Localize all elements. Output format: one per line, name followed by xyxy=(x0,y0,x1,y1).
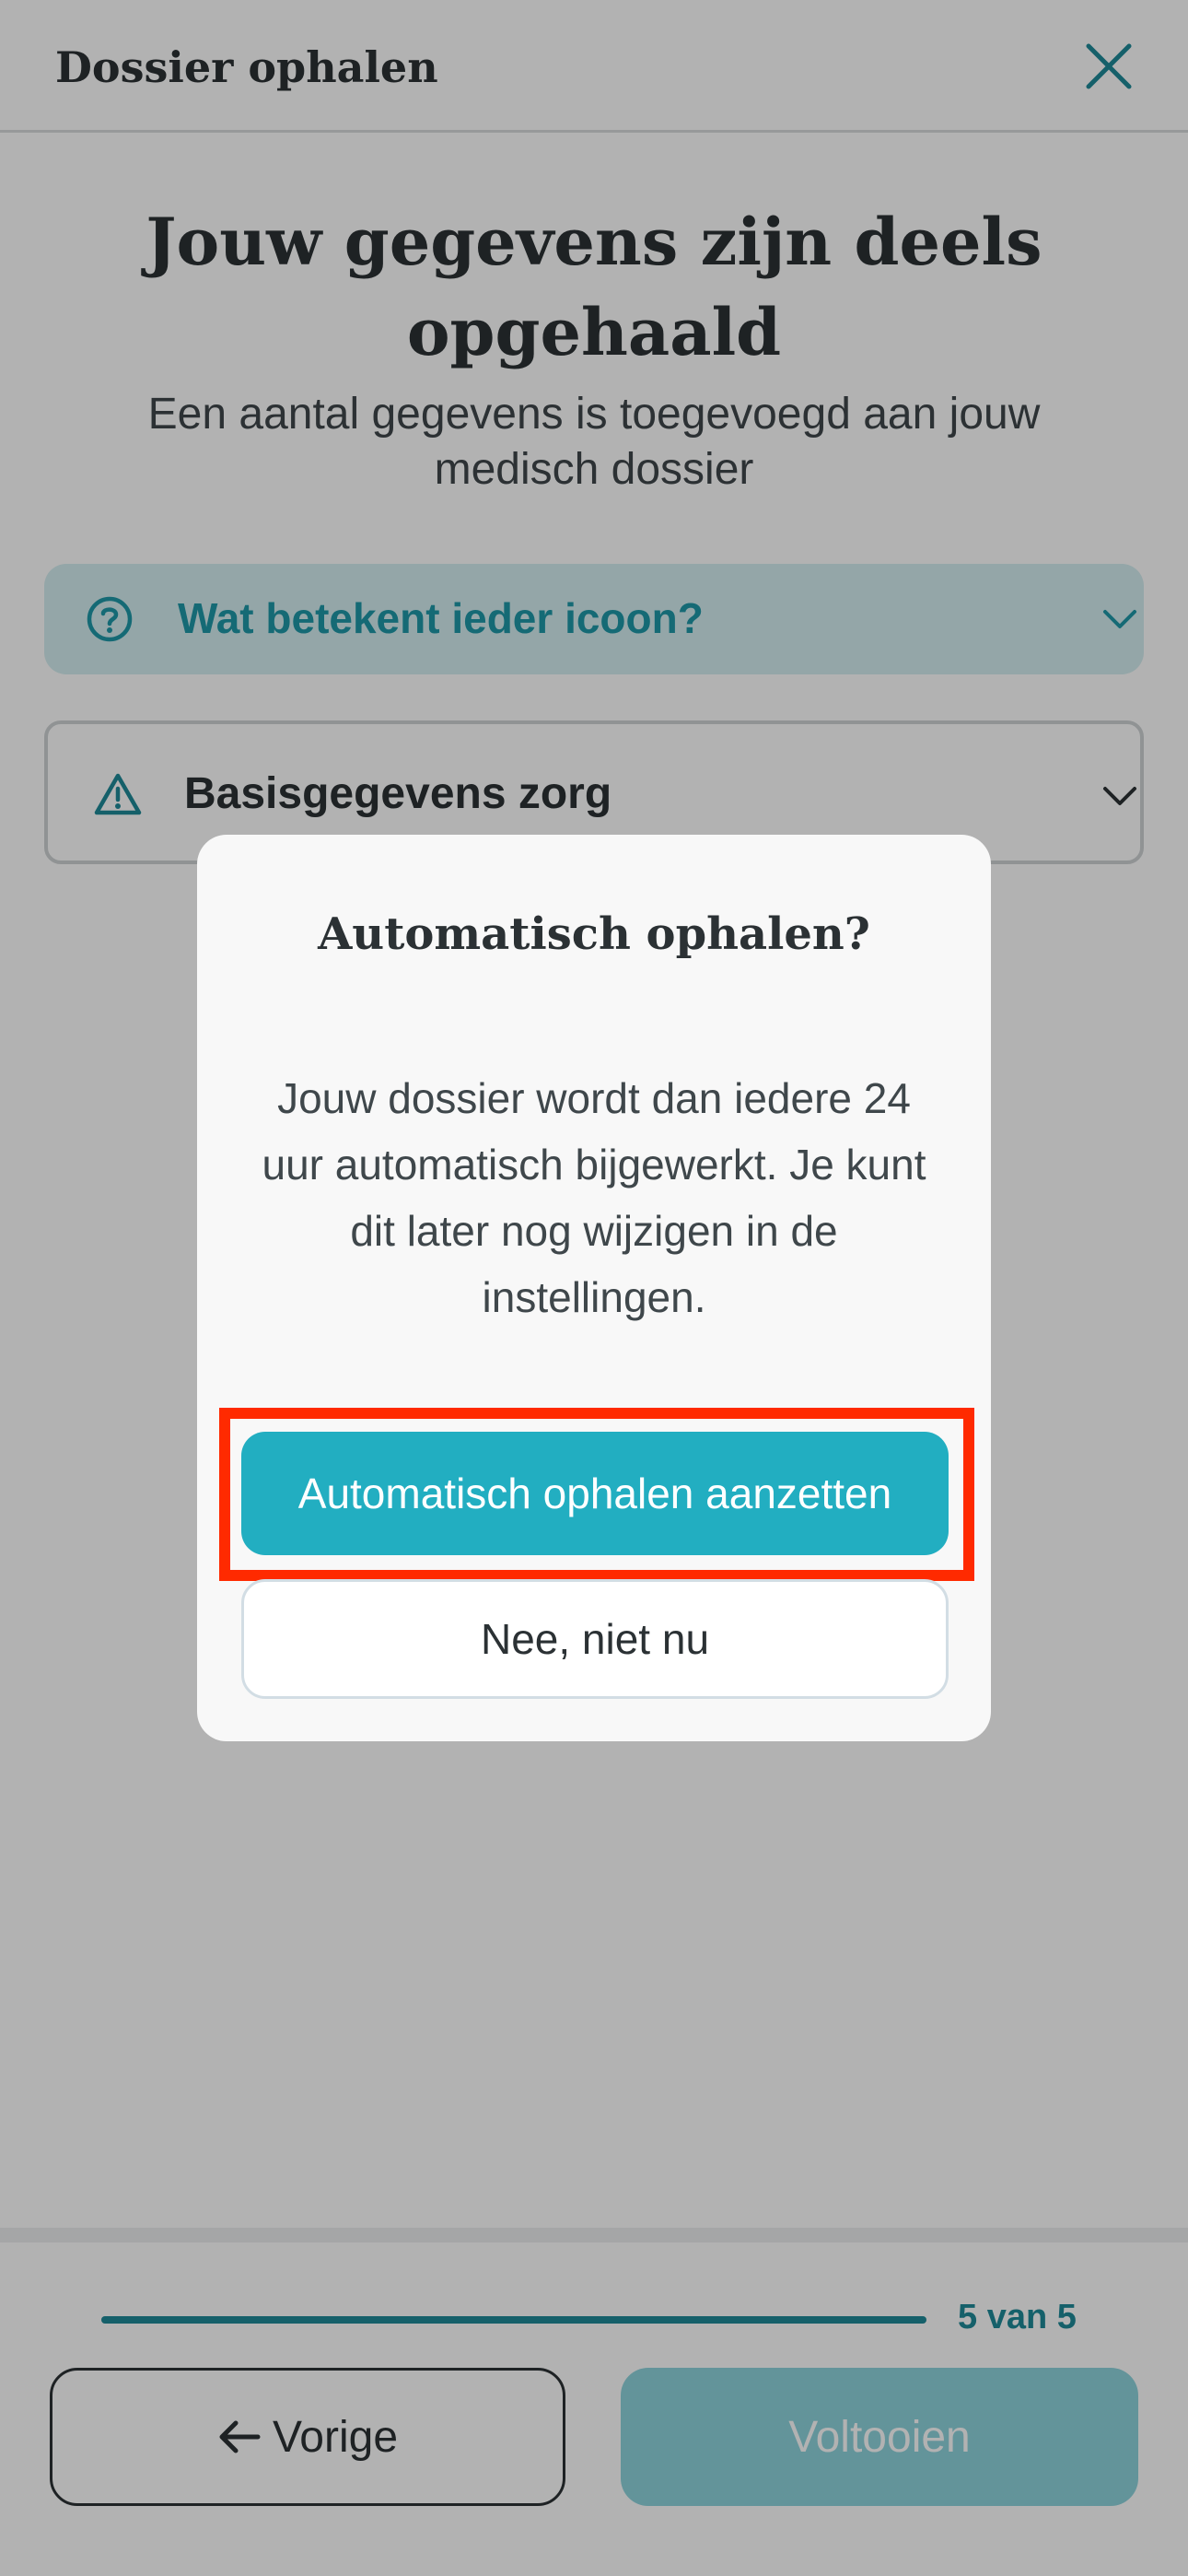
auto-fetch-dialog: Automatisch ophalen? Jouw dossier wordt … xyxy=(197,835,991,1741)
not-now-button[interactable]: Nee, niet nu xyxy=(241,1579,949,1699)
dialog-body: Jouw dossier wordt dan iedere 24 uur aut… xyxy=(262,1074,926,1321)
highlight-box xyxy=(219,1408,974,1581)
dialog-title: Automatisch ophalen? xyxy=(318,908,870,960)
